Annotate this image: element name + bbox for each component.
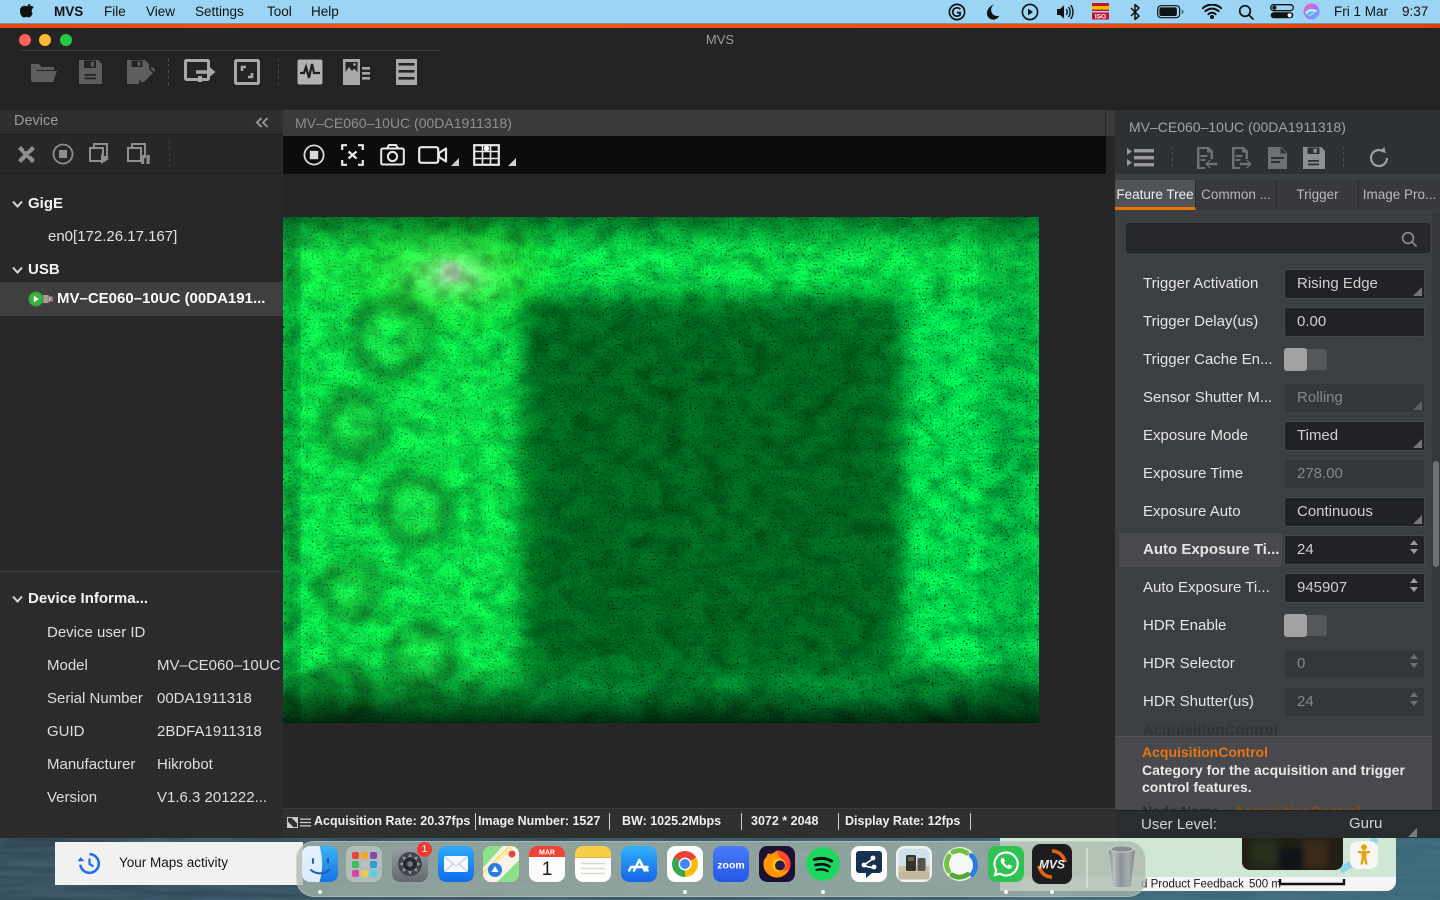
svg-text:MVS: MVS (1039, 858, 1065, 872)
svg-text:500 m: 500 m (1249, 879, 1281, 891)
svg-text:1: 1 (542, 859, 553, 880)
svg-text:d Product Feedback: d Product Feedback (1141, 879, 1244, 891)
svg-text:MAR: MAR (539, 850, 555, 857)
svg-text:zoom: zoom (717, 860, 744, 872)
svg-text:ISO: ISO (1095, 14, 1106, 21)
